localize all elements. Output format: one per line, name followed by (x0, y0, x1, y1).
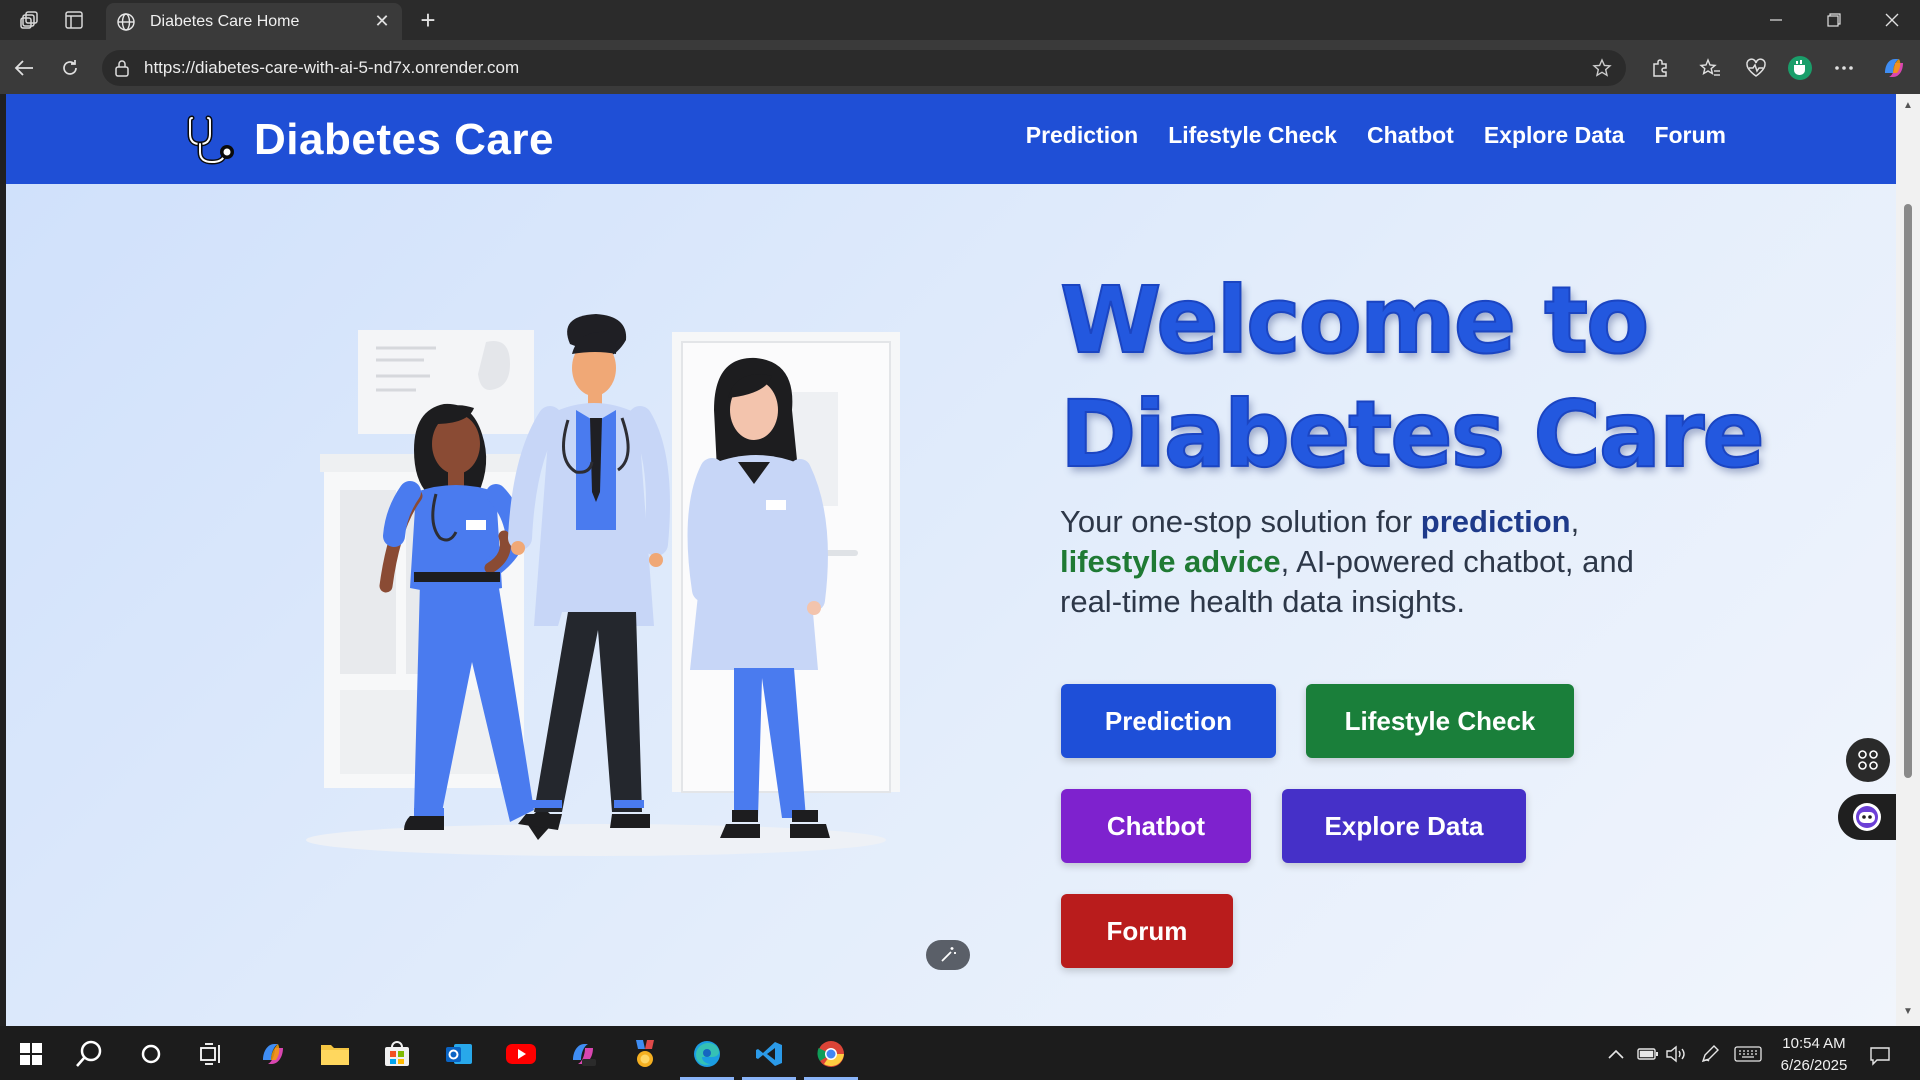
magic-wand-icon[interactable] (926, 940, 970, 970)
refresh-button[interactable] (54, 54, 86, 82)
page-viewport: Diabetes Care Prediction Lifestyle Check… (6, 94, 1896, 1026)
file-explorer-icon[interactable] (314, 1034, 356, 1074)
prediction-button[interactable]: Prediction (1061, 684, 1276, 758)
tray-chevron-up-icon[interactable] (1604, 1042, 1628, 1066)
scroll-down-arrow[interactable]: ▼ (1902, 1006, 1914, 1018)
microsoft-store-icon[interactable] (376, 1034, 418, 1074)
page-scrollbar[interactable]: ▲ ▼ (1896, 94, 1920, 1026)
restore-button[interactable] (1814, 8, 1854, 32)
hero-subtitle-pre: Your one-stop solution for (1060, 504, 1421, 539)
vertical-tabs-icon[interactable] (60, 8, 88, 32)
favorite-star-icon[interactable] (1590, 56, 1614, 80)
chrome-icon[interactable] (810, 1034, 852, 1074)
minimize-button[interactable] (1756, 8, 1796, 32)
hero-title: Welcome to Diabetes Care (1059, 264, 1780, 492)
brand-name: Diabetes Care (254, 115, 554, 164)
scroll-up-arrow[interactable]: ▲ (1902, 100, 1914, 112)
volume-icon[interactable] (1662, 1042, 1690, 1066)
youtube-icon[interactable] (500, 1034, 542, 1074)
extensions-icon[interactable] (1644, 54, 1676, 82)
taskbar-clock[interactable]: 10:54 AM 6/26/2025 (1766, 1033, 1862, 1077)
browser-tab[interactable]: Diabetes Care Home ✕ (106, 3, 402, 40)
vscode-icon[interactable] (748, 1034, 790, 1074)
clock-time: 10:54 AM (1782, 1035, 1846, 1052)
stethoscope-logo-icon (187, 115, 234, 165)
favorites-icon[interactable] (1694, 54, 1726, 82)
brand[interactable]: Diabetes Care (182, 112, 554, 168)
url-text[interactable]: https://diabetes-care-with-ai-5-nd7x.onr… (144, 58, 1590, 78)
explore-data-button[interactable]: Explore Data (1282, 789, 1526, 863)
tab-title: Diabetes Care Home (150, 12, 300, 30)
keyboard-icon[interactable] (1732, 1042, 1764, 1066)
outlook-icon[interactable] (438, 1034, 480, 1074)
chat-assistant-icon[interactable] (1838, 794, 1896, 840)
forum-button[interactable]: Forum (1061, 894, 1233, 968)
new-tab-button[interactable]: + (414, 5, 442, 35)
nav-forum[interactable]: Forum (1654, 122, 1726, 149)
scroll-thumb[interactable] (1904, 204, 1912, 778)
copilot-icon[interactable] (1878, 54, 1910, 82)
edge-browser-icon[interactable] (686, 1034, 728, 1074)
chatbot-button[interactable]: Chatbot (1061, 789, 1251, 863)
nav-prediction[interactable]: Prediction (1026, 122, 1138, 149)
globe-icon (116, 11, 138, 33)
close-tab-icon[interactable]: ✕ (372, 11, 392, 32)
extension-cup-icon[interactable] (1784, 54, 1816, 82)
doctors-illustration (306, 314, 900, 856)
search-icon[interactable] (68, 1034, 110, 1074)
browser-essentials-icon[interactable] (1740, 54, 1772, 82)
hero-title-line1: Welcome to (1059, 266, 1650, 375)
site-header: Diabetes Care Prediction Lifestyle Check… (6, 94, 1896, 184)
notifications-icon[interactable] (1864, 1042, 1896, 1070)
battery-icon[interactable] (1634, 1042, 1662, 1066)
windows-start-icon[interactable] (10, 1034, 52, 1074)
more-menu-icon[interactable] (1828, 54, 1860, 82)
nav-chatbot[interactable]: Chatbot (1367, 122, 1454, 149)
copilot-taskbar-icon[interactable] (252, 1034, 294, 1074)
address-bar[interactable]: https://diabetes-care-with-ai-5-nd7x.onr… (102, 50, 1626, 86)
cortana-icon[interactable] (130, 1034, 172, 1074)
hero-subtitle-prediction: prediction (1420, 504, 1571, 539)
hero-subtitle-lifestyle: lifestyle advice (1060, 544, 1281, 579)
hero-title-line2: Diabetes Care (1059, 380, 1766, 489)
main-nav: Prediction Lifestyle Check Chatbot Explo… (1026, 122, 1726, 149)
lifestyle-check-button[interactable]: Lifestyle Check (1306, 684, 1574, 758)
nav-lifestyle-check[interactable]: Lifestyle Check (1168, 122, 1337, 149)
m365-copilot-icon[interactable] (562, 1034, 604, 1074)
lock-icon[interactable] (114, 58, 134, 78)
back-button[interactable] (8, 54, 40, 82)
close-window-button[interactable] (1872, 8, 1912, 32)
clock-date: 6/26/2025 (1780, 1057, 1848, 1074)
hero-subtitle-mid: , (1570, 504, 1580, 539)
workspaces-icon[interactable] (16, 8, 44, 32)
medal-app-icon[interactable] (624, 1034, 666, 1074)
hero-subtitle: Your one-stop solution for prediction, l… (1060, 502, 1660, 622)
task-view-icon[interactable] (190, 1034, 232, 1074)
nav-explore-data[interactable]: Explore Data (1484, 122, 1625, 149)
pen-icon[interactable] (1696, 1042, 1724, 1066)
apps-grid-icon[interactable] (1846, 738, 1890, 782)
